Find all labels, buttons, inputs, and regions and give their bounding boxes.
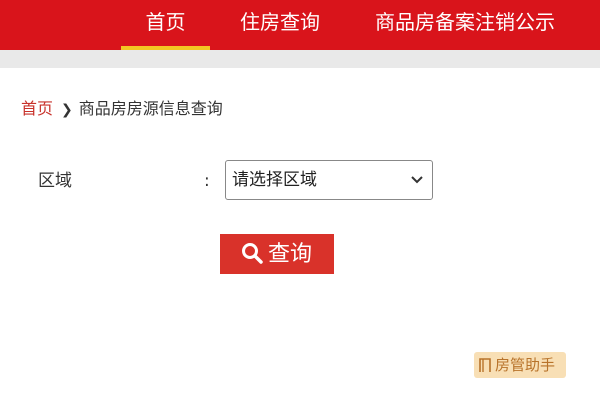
watermark-badge: 房管助手	[474, 352, 566, 378]
nav-presale-notice-tab[interactable]: 商品房备案注销公示	[375, 0, 555, 50]
top-navigation-bar: 首页 住房查询 商品房备案注销公示	[0, 0, 600, 50]
chevron-down-icon	[411, 176, 423, 184]
breadcrumb: 首页 ❯ 商品房房源信息查询	[21, 98, 223, 121]
region-select-value: 请选择区域	[232, 170, 317, 190]
door-icon	[479, 358, 491, 372]
chevron-right-icon: ❯	[61, 102, 73, 118]
nav-housing-query-tab[interactable]: 住房查询	[240, 0, 320, 50]
region-select[interactable]: 请选择区域	[225, 160, 433, 200]
search-button[interactable]: 查询	[220, 234, 334, 274]
region-label-colon: :	[204, 171, 210, 191]
breadcrumb-current: 商品房房源信息查询	[78, 99, 223, 118]
breadcrumb-home-link[interactable]: 首页	[21, 99, 53, 118]
nav-home-tab[interactable]: 首页	[121, 0, 210, 50]
region-label: 区域	[38, 171, 72, 191]
nav-divider-band	[0, 50, 600, 68]
search-icon	[242, 243, 263, 264]
watermark-text: 房管助手	[495, 356, 556, 374]
search-button-label: 查询	[268, 241, 313, 266]
